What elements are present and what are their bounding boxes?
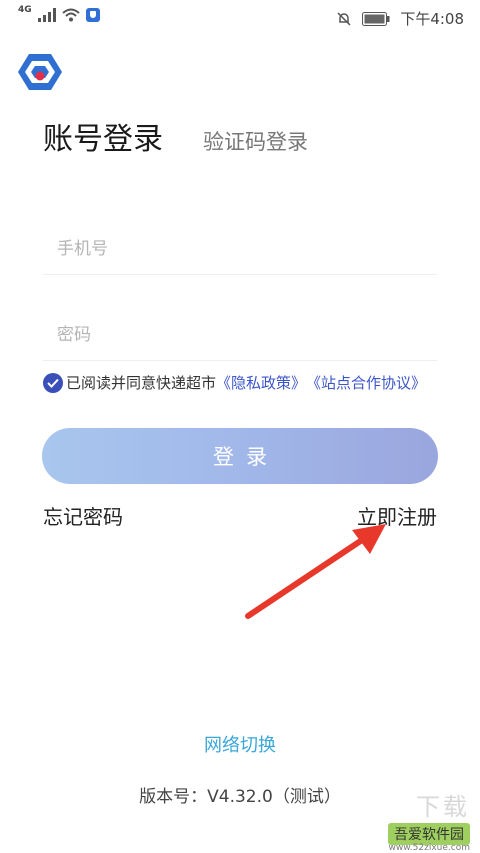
- privacy-policy-link[interactable]: 《隐私政策》: [216, 372, 306, 393]
- status-bar: 4G 下午4:08: [0, 0, 480, 34]
- site-agreement-link[interactable]: 《站点合作协议》: [306, 372, 426, 393]
- app-logo-icon: [18, 54, 62, 90]
- forgot-password-link[interactable]: 忘记密码: [43, 501, 123, 530]
- mute-bell-icon: [337, 11, 351, 26]
- signal-icon: [37, 8, 56, 22]
- agreement-row: 已阅读并同意快递超市 《隐私政策》 《站点合作协议》: [43, 372, 426, 393]
- watermark-url: www.52zixue.com: [388, 843, 470, 853]
- network-type: 4G: [18, 5, 32, 15]
- agreement-checkbox[interactable]: [43, 372, 63, 393]
- password-field-container: [43, 310, 437, 361]
- battery-icon: [362, 11, 390, 26]
- tab-account-login[interactable]: 账号登录: [43, 114, 163, 158]
- status-time: 下午4:08: [400, 10, 464, 28]
- red-arrow-annotation-icon: [245, 524, 386, 619]
- login-button[interactable]: 登录: [42, 428, 438, 484]
- phone-field-container: [43, 224, 437, 275]
- tab-code-login[interactable]: 验证码登录: [203, 126, 308, 156]
- security-shield-icon: [85, 8, 100, 22]
- watermark: 下载 吾爱软件园 www.52zixue.com: [310, 785, 470, 853]
- login-tabs: 账号登录 验证码登录: [43, 114, 308, 158]
- watermark-brand: 下载: [416, 793, 470, 821]
- status-right: 下午4:08: [336, 8, 464, 29]
- checkmark-icon: [47, 378, 59, 388]
- status-left: 4G: [18, 5, 100, 22]
- phone-input[interactable]: [43, 224, 437, 274]
- watermark-title: 吾爱软件园: [388, 823, 470, 845]
- password-input[interactable]: [43, 310, 437, 360]
- agreement-text: 已阅读并同意快递超市: [66, 374, 217, 392]
- network-switch-link[interactable]: 网络切换: [0, 731, 480, 757]
- wifi-icon: [61, 8, 80, 22]
